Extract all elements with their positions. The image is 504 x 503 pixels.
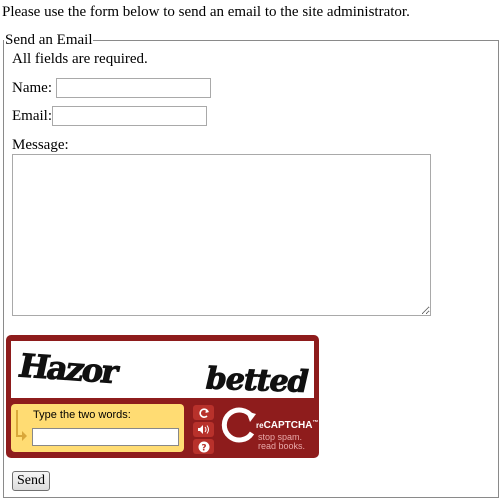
- name-input[interactable]: [56, 78, 211, 98]
- refresh-icon: [198, 407, 209, 418]
- refresh-button[interactable]: [193, 405, 214, 420]
- audio-button[interactable]: [193, 422, 214, 437]
- name-label: Name:: [12, 80, 52, 96]
- captcha-word-1: Hazor: [15, 347, 123, 391]
- svg-text:?: ?: [201, 443, 206, 453]
- captcha-image: Hazor betted: [11, 341, 314, 398]
- email-input[interactable]: [52, 106, 207, 126]
- email-label: Email:: [12, 108, 52, 124]
- arrow-icon: [16, 410, 27, 441]
- recaptcha-brand: reCAPTCHA™: [256, 420, 319, 431]
- captcha-prompt: Type the two words:: [33, 409, 131, 421]
- captcha-word-2: betted: [205, 361, 309, 398]
- message-label: Message:: [12, 137, 69, 153]
- message-textarea[interactable]: [12, 154, 431, 316]
- intro-text: Please use the form below to send an ema…: [2, 4, 410, 20]
- form-legend: Send an Email: [4, 32, 94, 48]
- captcha-input-area: Type the two words:: [11, 404, 184, 452]
- recaptcha-slogan: stop spam. read books.: [258, 432, 306, 451]
- required-note: All fields are required.: [12, 51, 148, 67]
- recaptcha-widget: Hazor betted Type the two words: ? reCAP…: [6, 335, 319, 458]
- recaptcha-logo-icon: [221, 407, 256, 443]
- help-button[interactable]: ?: [193, 439, 214, 454]
- send-button[interactable]: Send: [12, 471, 50, 491]
- help-icon: ?: [198, 441, 209, 453]
- captcha-response-input[interactable]: [32, 428, 179, 446]
- audio-icon: [198, 425, 209, 434]
